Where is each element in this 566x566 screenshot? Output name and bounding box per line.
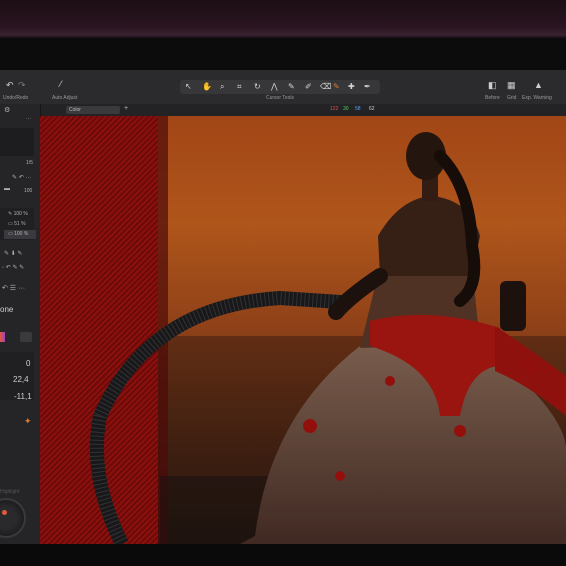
rotate-tool-icon[interactable]: ↻ — [254, 82, 261, 91]
layer-tool-row[interactable]: ◦ ↶ ✎ ✎ — [2, 264, 24, 271]
preset-name: one — [0, 305, 14, 314]
picker-tool-icon[interactable]: ✎ — [288, 82, 295, 91]
cursor-tools-label: Cursor Tools — [266, 95, 294, 101]
crop-tool-icon[interactable]: ⌗ — [237, 82, 242, 92]
tool-sidebar: ⚙ ··· 1/5 ✎ ↶ ··· ▬ 100 ✎ 100 % ▭ 51 % ▭… — [0, 104, 41, 544]
heal-tool-icon[interactable]: ✚ — [348, 82, 355, 91]
layer-2-value: 51 % — [14, 221, 26, 227]
redo-icon[interactable]: ↷ — [18, 81, 26, 90]
highlight-label: Highlight — [0, 489, 20, 495]
color-wheel-handle[interactable] — [2, 510, 7, 515]
grid-icon[interactable]: ▦ — [507, 81, 516, 90]
readout-b: 58 — [355, 106, 361, 112]
color-wheel[interactable] — [0, 498, 26, 538]
value-2[interactable]: 22,4 — [13, 375, 29, 384]
auto-adjust-icon[interactable]: ⁄ — [60, 80, 62, 89]
color-swatch[interactable] — [0, 332, 5, 342]
layer-3-value: 100 % — [14, 231, 29, 237]
layer-visibility-icon[interactable]: ▬ — [4, 186, 10, 192]
zoom-tool-icon[interactable]: ⌕ — [220, 82, 224, 92]
more-icon[interactable]: ··· — [26, 116, 31, 122]
add-icon[interactable]: + — [124, 105, 128, 112]
readout-g: 30 — [343, 106, 349, 112]
layer-1-value: 100 % — [13, 211, 28, 217]
auto-adjust-label: Auto Adjust — [52, 95, 78, 101]
panel-box — [0, 128, 34, 156]
picker-button[interactable] — [20, 332, 32, 342]
keystone-tool-icon[interactable]: ⋀ — [271, 82, 278, 91]
rocket-icon[interactable]: ✦ — [24, 416, 32, 427]
warning-icon[interactable]: ▲ — [534, 81, 543, 90]
annotate-tool-icon[interactable]: ✒ — [364, 82, 371, 91]
pan-tool-icon[interactable]: ✋ — [202, 82, 212, 91]
bottom-bezel — [0, 544, 566, 566]
settings-icon[interactable]: ⚙ — [4, 106, 10, 114]
pointer-tool-icon[interactable]: ↖ — [185, 82, 192, 91]
value-3[interactable]: -11,1 — [14, 392, 32, 401]
value-1[interactable]: 0 — [26, 359, 30, 368]
before-icon[interactable]: ◧ — [488, 81, 497, 90]
undo-icon[interactable]: ↶ — [6, 81, 14, 90]
edit-icons[interactable]: ✎ ↶ ··· — [12, 174, 31, 181]
readout-r: 122 — [330, 106, 339, 112]
layer-row-1[interactable]: ✎ 100 % — [8, 211, 28, 217]
active-tool-icon[interactable]: ✎ — [333, 82, 340, 91]
opacity-value[interactable]: 100 — [24, 188, 32, 194]
exp-warning-label: Exp. Warning — [522, 95, 552, 101]
layer-tools-icons[interactable]: ✎ ⬇ ✎ — [4, 250, 22, 257]
photo-viewer[interactable] — [40, 116, 566, 544]
undo-redo-label: Undo/Redo — [3, 95, 29, 101]
layer-row-3[interactable]: ▭ 100 % — [8, 231, 28, 237]
color-mode-select[interactable]: Color — [66, 106, 120, 114]
page-number: 1/5 — [26, 160, 33, 166]
before-label: Before — [485, 95, 500, 101]
grid-label: Grid — [507, 95, 517, 101]
readout-a: 62 — [369, 106, 375, 112]
photo-image — [40, 116, 566, 544]
layer-row-2[interactable]: ▭ 51 % — [8, 221, 26, 227]
brush-tool-icon[interactable]: ✐ — [305, 82, 312, 91]
window-gap — [0, 38, 566, 70]
eraser-tool-icon[interactable]: ⌫ — [320, 82, 331, 91]
cursor-tools-group: ↖ ✋ ⌕ ⌗ ↻ ⋀ ✎ ✐ ⌫ ✎ ✚ ✒ — [180, 80, 380, 94]
screen-bezel — [0, 0, 566, 38]
panel-header-icons[interactable]: ↶ ☰ ··· — [2, 284, 25, 292]
